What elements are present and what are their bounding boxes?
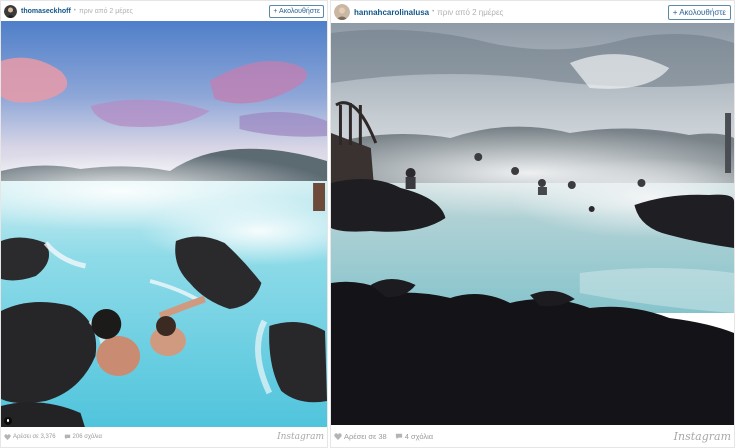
heart-icon <box>334 432 342 440</box>
instagram-logo[interactable]: Instagram <box>277 432 324 442</box>
post-card: thomaseckhoff • πριν από 2 μέρες + Ακολο… <box>0 0 328 448</box>
post-card: hannahcarolinalusa • πριν από 2 ημέρες +… <box>330 0 735 448</box>
heart-icon <box>4 434 11 440</box>
post-header: hannahcarolinalusa • πριν από 2 ημέρες +… <box>331 1 734 23</box>
post-photo[interactable] <box>331 23 734 427</box>
username[interactable]: thomaseckhoff <box>21 8 71 15</box>
avatar[interactable] <box>334 4 350 20</box>
instagram-logo[interactable]: Instagram <box>674 430 731 443</box>
post-footer: Αρέσει σε 3,376 206 σχόλια Instagram <box>1 427 327 447</box>
person-tag-icon[interactable] <box>4 417 12 425</box>
likes-stat[interactable]: Αρέσει σε 38 <box>334 432 387 441</box>
likes-count: Αρέσει σε 38 <box>344 431 387 441</box>
likes-count: Αρέσει σε 3,376 <box>13 434 56 440</box>
comments-stat[interactable]: 4 σχόλια <box>395 432 433 441</box>
post-header: thomaseckhoff • πριν από 2 μέρες + Ακολο… <box>1 1 327 21</box>
post-time: πριν από 2 ημέρες <box>437 7 504 17</box>
comments-count: 206 σχόλια <box>72 434 102 440</box>
avatar[interactable] <box>4 4 17 18</box>
username[interactable]: hannahcarolinalusa <box>354 8 429 17</box>
post-photo[interactable] <box>1 21 327 429</box>
comment-icon <box>395 433 402 439</box>
post-footer: Αρέσει σε 38 4 σχόλια Instagram <box>331 425 734 447</box>
comment-icon <box>64 434 70 440</box>
comments-stat[interactable]: 206 σχόλια <box>64 434 102 440</box>
post-time: πριν από 2 μέρες <box>78 7 133 15</box>
likes-stat[interactable]: Αρέσει σε 3,376 <box>4 434 56 440</box>
follow-button[interactable]: + Ακολουθήστε <box>667 4 731 20</box>
comments-count: 4 σχόλια <box>404 431 434 441</box>
page: thomaseckhoff • πριν από 2 μέρες + Ακολο… <box>0 0 735 448</box>
follow-button[interactable]: + Ακολουθήστε <box>269 4 324 18</box>
separator-dot: • <box>73 8 76 14</box>
separator-dot: • <box>432 9 435 15</box>
